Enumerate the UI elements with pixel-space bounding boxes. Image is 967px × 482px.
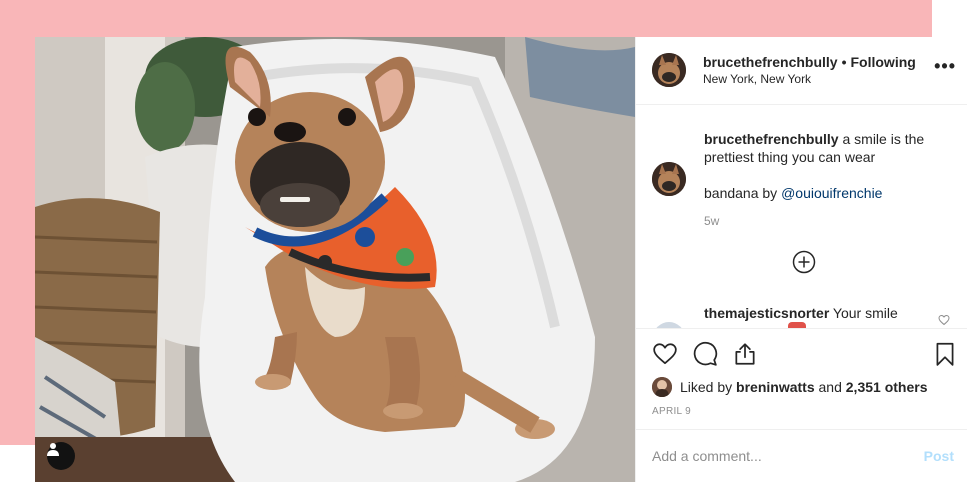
caption-author-avatar[interactable] [652, 162, 686, 196]
dog-photo-illustration [35, 37, 635, 482]
speech-bubble-icon[interactable] [692, 341, 718, 367]
instagram-post: brucethefrenchbully • Following New York, … [35, 37, 967, 482]
likes-prefix: Liked by [680, 379, 733, 395]
plus-circle-icon[interactable] [792, 250, 816, 274]
likes-summary: Liked by breninwatts and 2,351 others [652, 377, 927, 397]
heart-icon[interactable] [938, 314, 950, 326]
post-side-panel: brucethefrenchbully • Following New York, … [635, 37, 967, 482]
more-options-button[interactable]: ••• [934, 57, 956, 75]
likes-joiner: and [818, 379, 842, 395]
caption-username[interactable]: brucethefrenchbully [704, 131, 839, 147]
avatar-image [652, 162, 686, 196]
reply-username[interactable]: themajesticsnorter [704, 305, 829, 321]
author-avatar[interactable] [652, 53, 686, 87]
liker-username[interactable]: breninwatts [736, 379, 815, 395]
avatar-image [652, 377, 672, 397]
post-comment-button[interactable]: Post [924, 448, 954, 464]
caption-line2-prefix: bandana by [704, 185, 778, 201]
share-icon[interactable] [732, 341, 758, 367]
person-icon [47, 443, 59, 456]
post-caption: brucethefrenchbully a smile is the prett… [704, 130, 954, 202]
post-header: brucethefrenchbully • Following New York, … [636, 37, 967, 105]
follow-status-button[interactable]: Following [851, 54, 916, 70]
user-tag-button[interactable] [47, 442, 75, 470]
post-actions: Liked by breninwatts and 2,351 others AP… [636, 328, 967, 440]
caption-mention-link[interactable]: @ouiouifrenchie [781, 185, 882, 201]
comment-input[interactable] [652, 448, 892, 464]
author-line: brucethefrenchbully • Following [703, 54, 916, 70]
comments-section: brucethefrenchbully a smile is the prett… [636, 106, 967, 328]
reply-comment: themajesticsnorter Your smile [704, 305, 898, 321]
post-photo[interactable] [35, 37, 635, 482]
author-username[interactable]: brucethefrenchbully [703, 54, 838, 70]
post-date[interactable]: APRIL 9 [652, 406, 691, 417]
avatar-image [652, 53, 686, 87]
bookmark-icon[interactable] [932, 341, 958, 367]
post-location[interactable]: New York, New York [703, 72, 811, 86]
background-corner [0, 445, 35, 482]
liker-avatar[interactable] [652, 377, 672, 397]
add-comment-bar: Post [636, 429, 967, 482]
caption-time-ago[interactable]: 5w [704, 214, 719, 228]
likes-others-link[interactable]: 2,351 others [846, 379, 928, 395]
separator-dot: • [841, 54, 847, 70]
heart-icon[interactable] [652, 341, 678, 367]
reply-text: Your smile [832, 305, 898, 321]
